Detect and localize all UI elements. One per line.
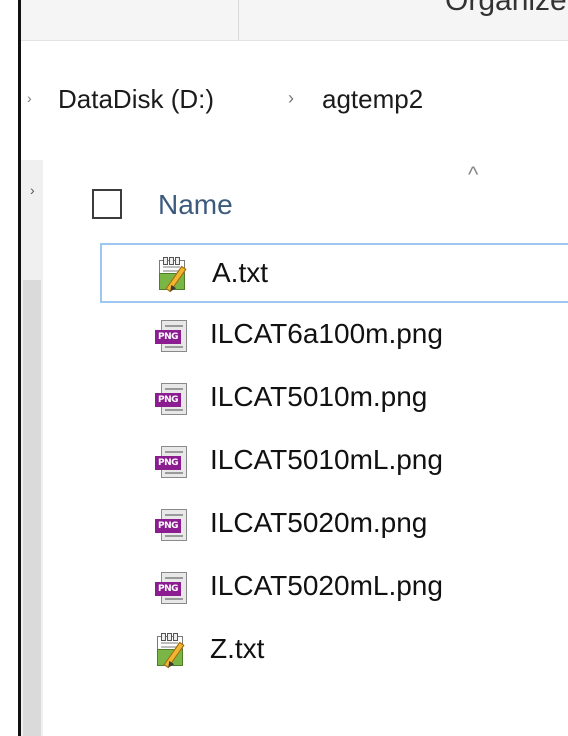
png-file-icon: PNG (155, 383, 189, 415)
file-row[interactable]: Z.txt (100, 621, 568, 681)
breadcrumb-chevron-icon[interactable]: › (288, 88, 294, 109)
png-file-icon: PNG (155, 320, 189, 352)
png-file-icon: PNG (155, 509, 189, 541)
nav-expand-icon[interactable]: › (30, 182, 35, 198)
left-window-edge (0, 0, 21, 736)
file-row[interactable]: PNG ILCAT5020mL.png (100, 558, 568, 618)
file-name: Z.txt (210, 633, 265, 664)
address-bar[interactable]: › DataDisk (D:) › agtemp2 (21, 58, 568, 158)
file-name: ILCAT5020m.png (210, 507, 428, 538)
file-row[interactable]: PNG ILCAT6a100m.png (100, 306, 568, 366)
png-file-icon: PNG (155, 572, 189, 604)
ribbon: Organize (21, 0, 568, 41)
file-row[interactable]: PNG ILCAT5010mL.png (100, 432, 568, 492)
column-header-name[interactable]: Name (158, 189, 233, 221)
text-file-icon (157, 257, 191, 294)
file-name: ILCAT6a100m.png (210, 318, 443, 349)
file-row[interactable]: A.txt (100, 243, 568, 303)
file-row[interactable]: PNG ILCAT5020m.png (100, 495, 568, 555)
breadcrumb-folder[interactable]: agtemp2 (322, 84, 423, 115)
png-file-icon: PNG (155, 446, 189, 478)
file-name: ILCAT5010mL.png (210, 444, 443, 475)
text-file-icon (155, 633, 189, 670)
file-name: ILCAT5020mL.png (210, 570, 443, 601)
sort-ascending-icon: ^ (468, 162, 479, 187)
breadcrumb-chevron-icon[interactable]: › (27, 90, 32, 106)
breadcrumb-drive[interactable]: DataDisk (D:) (58, 84, 214, 115)
file-name: ILCAT5010m.png (210, 381, 428, 412)
file-row[interactable]: PNG ILCAT5010m.png (100, 369, 568, 429)
navigation-scrollbar[interactable] (23, 280, 41, 736)
ribbon-separator (238, 0, 239, 40)
navigation-pane (21, 160, 43, 736)
select-all-checkbox[interactable] (92, 189, 122, 219)
ribbon-organize-label[interactable]: Organize (445, 0, 567, 18)
file-name: A.txt (212, 257, 269, 288)
